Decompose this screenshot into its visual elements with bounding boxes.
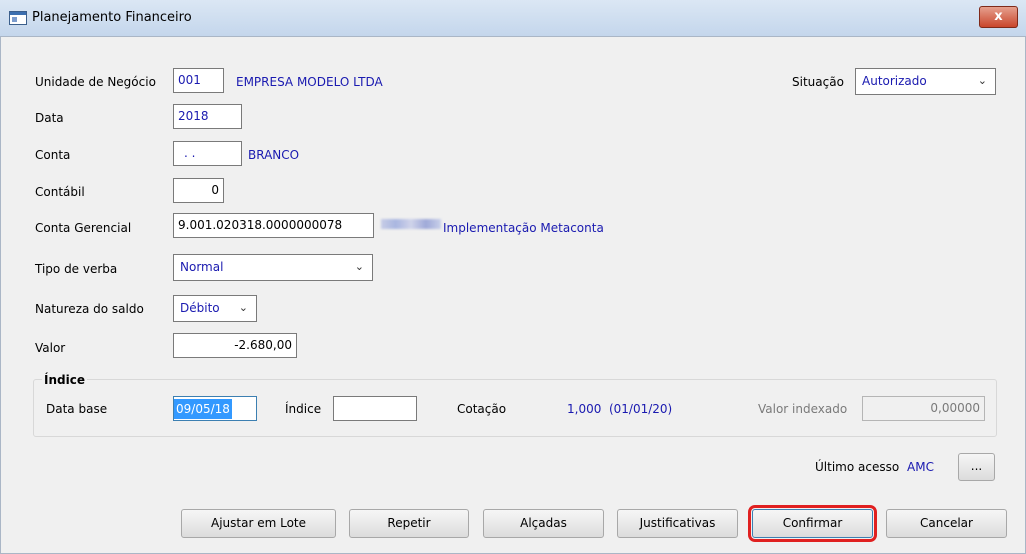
natureza-value: Débito bbox=[180, 301, 220, 315]
repetir-button[interactable]: Repetir bbox=[349, 509, 469, 538]
more-options-button[interactable]: ... bbox=[958, 453, 995, 481]
indice-group-title: Índice bbox=[42, 373, 87, 387]
valor-input[interactable]: -2.680,00 bbox=[173, 333, 297, 358]
justificativas-button[interactable]: Justificativas bbox=[617, 509, 738, 538]
conta-label: Conta bbox=[35, 148, 71, 162]
window-icon bbox=[9, 11, 27, 25]
chevron-down-icon: ⌄ bbox=[238, 301, 248, 314]
data-base-input[interactable]: 09/05/18 bbox=[173, 396, 257, 421]
tipo-verba-select[interactable]: Normal ⌄ bbox=[173, 254, 373, 281]
chevron-down-icon: ⌄ bbox=[977, 74, 987, 87]
conta-name: BRANCO bbox=[248, 148, 300, 162]
ajustar-em-lote-button[interactable]: Ajustar em Lote bbox=[181, 509, 336, 538]
conta-gerencial-name: Implementação Metaconta bbox=[443, 221, 604, 235]
ultimo-acesso-label: Último acesso bbox=[815, 460, 900, 474]
close-button[interactable]: x bbox=[979, 6, 1018, 28]
unidade-label: Unidade de Negócio bbox=[35, 75, 156, 89]
tipo-verba-value: Normal bbox=[180, 260, 224, 274]
alcadas-button[interactable]: Alçadas bbox=[483, 509, 604, 538]
cotacao-value: 1,000 (01/01/20) bbox=[567, 402, 673, 416]
data-base-selected-text: 09/05/18 bbox=[174, 399, 232, 419]
situacao-value: Autorizado bbox=[862, 74, 927, 88]
unidade-code-input[interactable]: 001 bbox=[173, 68, 224, 93]
title-bar: Planejamento Financeiro x bbox=[0, 0, 1026, 37]
conta-gerencial-label: Conta Gerencial bbox=[35, 221, 132, 235]
close-icon: x bbox=[994, 9, 1003, 24]
cancelar-button[interactable]: Cancelar bbox=[886, 509, 1007, 538]
situacao-label: Situação bbox=[792, 75, 844, 89]
indice-label: Índice bbox=[285, 402, 322, 416]
window-title: Planejamento Financeiro bbox=[32, 10, 192, 25]
valor-label: Valor bbox=[35, 341, 66, 355]
unidade-name: EMPRESA MODELO LTDA bbox=[236, 75, 383, 89]
confirmar-button[interactable]: Confirmar bbox=[748, 505, 877, 542]
valor-indexado-input: 0,00000 bbox=[862, 396, 985, 421]
conta-gerencial-input[interactable]: 9.001.020318.0000000078 bbox=[173, 213, 374, 238]
tipo-verba-label: Tipo de verba bbox=[35, 262, 118, 276]
window-frame bbox=[0, 36, 1026, 554]
conta-input[interactable]: . . bbox=[173, 141, 242, 166]
natureza-label: Natureza do saldo bbox=[35, 302, 144, 316]
indice-input[interactable] bbox=[333, 396, 417, 421]
data-base-label: Data base bbox=[46, 402, 108, 416]
ultimo-acesso-value: AMC bbox=[907, 460, 934, 474]
data-label: Data bbox=[35, 111, 64, 125]
contabil-input[interactable]: 0 bbox=[173, 178, 224, 203]
natureza-select[interactable]: Débito ⌄ bbox=[173, 295, 257, 322]
situacao-select[interactable]: Autorizado ⌄ bbox=[855, 68, 996, 95]
redacted-text bbox=[381, 219, 441, 229]
valor-indexado-label: Valor indexado bbox=[758, 402, 848, 416]
data-input[interactable]: 2018 bbox=[173, 104, 242, 129]
cotacao-label: Cotação bbox=[457, 402, 507, 416]
contabil-label: Contábil bbox=[35, 185, 85, 199]
chevron-down-icon: ⌄ bbox=[354, 260, 364, 273]
